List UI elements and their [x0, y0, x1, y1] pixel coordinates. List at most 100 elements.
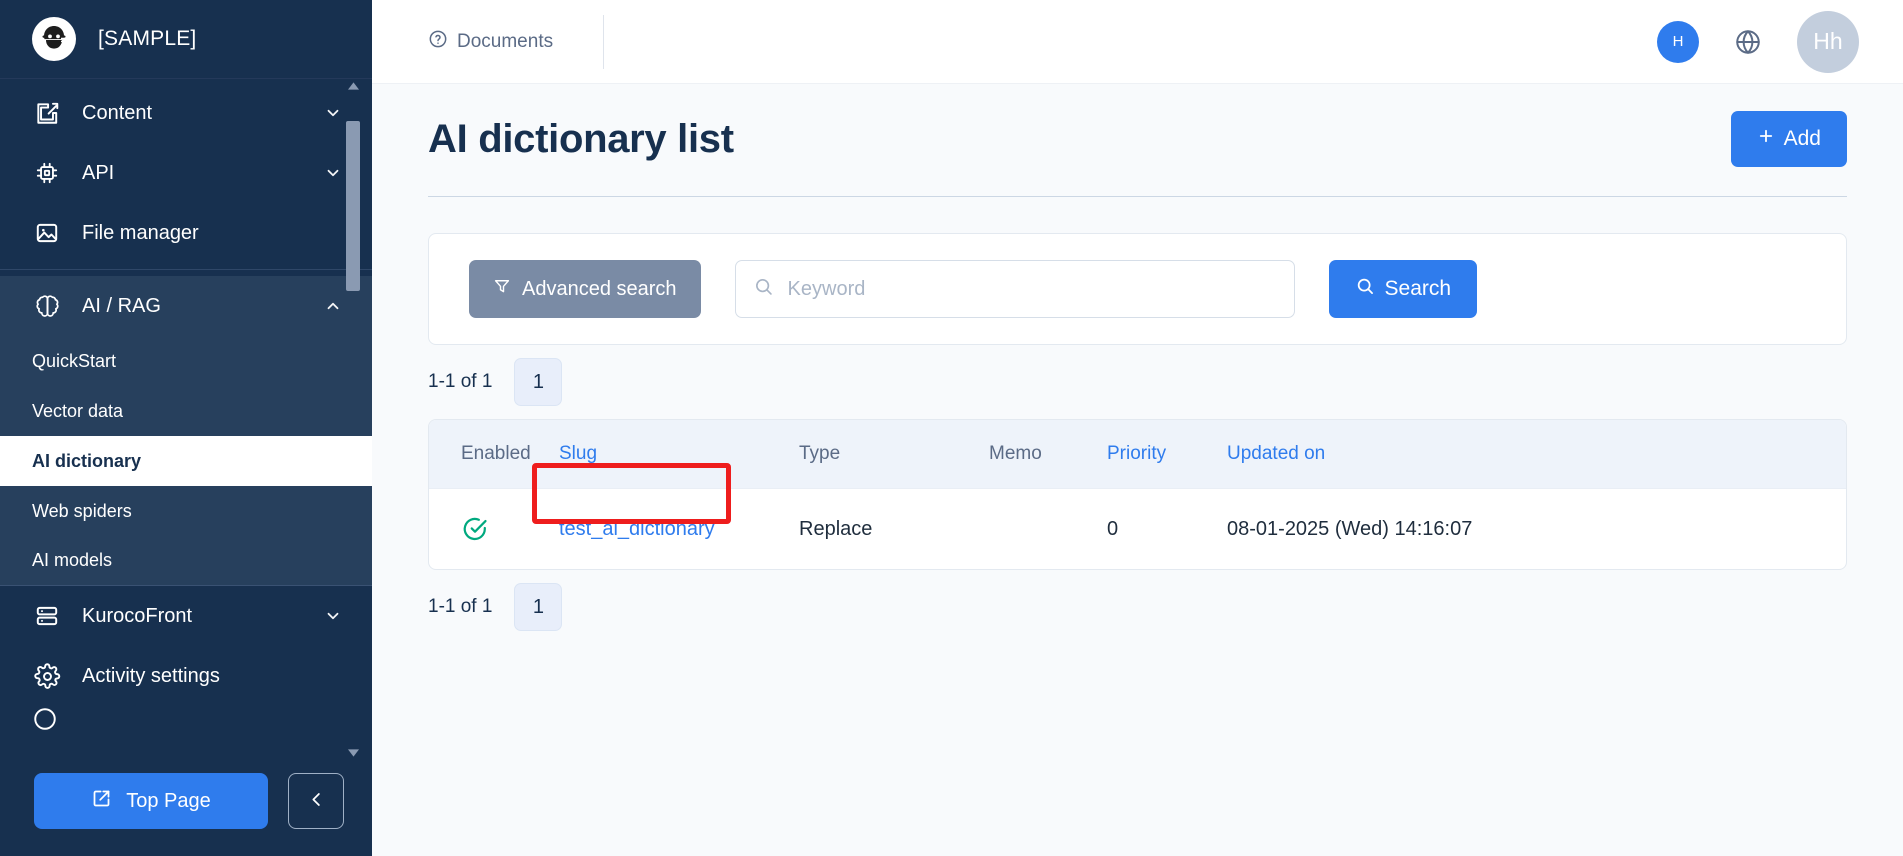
- documents-label: Documents: [457, 31, 553, 53]
- chevron-left-icon: [307, 790, 326, 812]
- sidebar-divider: [0, 269, 372, 270]
- topbar-separator: [603, 15, 604, 69]
- sidebar-subitem-label: AI dictionary: [32, 451, 141, 472]
- sidebar-item-label: KurocoFront: [82, 605, 324, 628]
- cell-slug: test_ai_dictionary: [559, 489, 799, 570]
- top-page-button[interactable]: Top Page: [34, 773, 268, 829]
- cell-enabled: [429, 489, 559, 570]
- app-root: [SAMPLE] Content: [0, 0, 1903, 856]
- search-input[interactable]: [735, 260, 1295, 318]
- chevron-down-icon[interactable]: [324, 104, 342, 122]
- external-link-icon: [91, 788, 112, 815]
- check-circle-icon: [461, 515, 559, 543]
- column-header-updated-on[interactable]: Updated on: [1227, 420, 1846, 489]
- circle-icon: [32, 706, 58, 732]
- sidebar-item-api[interactable]: API: [0, 143, 372, 203]
- plus-icon: [1757, 127, 1775, 151]
- pagination-top: 1-1 of 1 1: [428, 345, 1847, 419]
- avatar[interactable]: Hh: [1797, 11, 1859, 73]
- globe-icon[interactable]: [1731, 25, 1765, 59]
- add-button-label: Add: [1784, 127, 1821, 151]
- page-header: AI dictionary list Add: [428, 84, 1847, 194]
- sidebar-scroll-region: Content API: [0, 78, 372, 760]
- sidebar-item-label: API: [82, 162, 324, 185]
- brand[interactable]: [SAMPLE]: [0, 0, 372, 78]
- sidebar-item-vector-data[interactable]: Vector data: [0, 386, 372, 436]
- add-button[interactable]: Add: [1731, 111, 1847, 167]
- page-number-button[interactable]: 1: [514, 358, 562, 406]
- cell-priority: 0: [1107, 489, 1227, 570]
- keyword-field-wrapper: [735, 260, 1295, 318]
- column-header-slug[interactable]: Slug: [559, 420, 799, 489]
- sidebar-footer: Top Page: [0, 760, 372, 856]
- sidebar-item-partial[interactable]: [0, 706, 372, 746]
- search-button-label: Search: [1385, 277, 1452, 301]
- question-circle-icon: [428, 29, 448, 55]
- filter-icon: [493, 277, 511, 301]
- page-title: AI dictionary list: [428, 117, 734, 162]
- pagination-info: 1-1 of 1: [428, 596, 492, 618]
- sidebar-nav-list: Content API: [0, 79, 372, 746]
- sidebar-item-content[interactable]: Content: [0, 83, 372, 143]
- chip-icon: [32, 158, 62, 188]
- sidebar-group-label: AI / RAG: [82, 295, 324, 318]
- brand-name: [SAMPLE]: [98, 27, 196, 51]
- column-header-enabled: Enabled: [429, 420, 559, 489]
- top-page-label: Top Page: [126, 790, 211, 813]
- pagination-bottom: 1-1 of 1 1: [428, 570, 1847, 644]
- notification-badge-label: H: [1673, 33, 1684, 50]
- sidebar-subitem-label: Vector data: [32, 401, 123, 422]
- chevron-down-icon[interactable]: [324, 164, 342, 182]
- table-row[interactable]: test_ai_dictionary Replace 0 08-01-2025 …: [429, 489, 1846, 570]
- chevron-up-icon[interactable]: [324, 297, 342, 315]
- documents-link[interactable]: Documents: [428, 29, 553, 55]
- sidebar-item-ai-models[interactable]: AI models: [0, 536, 372, 586]
- advanced-search-label: Advanced search: [522, 278, 677, 301]
- image-icon: [32, 218, 62, 248]
- scroll-down-arrow-icon[interactable]: [347, 748, 359, 758]
- cell-type: Replace: [799, 489, 989, 570]
- edit-square-icon: [32, 98, 62, 128]
- sidebar-item-file-manager[interactable]: File manager: [0, 203, 372, 263]
- sidebar-item-kurocofront[interactable]: KurocoFront: [0, 586, 372, 646]
- slug-link[interactable]: test_ai_dictionary: [559, 518, 715, 540]
- search-panel: Advanced search Search: [428, 233, 1847, 345]
- column-header-memo: Memo: [989, 420, 1107, 489]
- sidebar-item-activity-settings[interactable]: Activity settings: [0, 646, 372, 706]
- cell-memo: [989, 489, 1107, 570]
- brain-icon: [32, 291, 62, 321]
- sidebar-subitem-label: QuickStart: [32, 351, 116, 372]
- column-header-priority[interactable]: Priority: [1107, 420, 1227, 489]
- main-area: Documents H Hh: [372, 0, 1903, 856]
- page-number-button[interactable]: 1: [514, 583, 562, 631]
- table-body: test_ai_dictionary Replace 0 08-01-2025 …: [429, 489, 1846, 570]
- page-content: AI dictionary list Add Advanced search: [372, 84, 1903, 644]
- search-button[interactable]: Search: [1329, 260, 1478, 318]
- server-icon: [32, 601, 62, 631]
- pagination-info: 1-1 of 1: [428, 371, 492, 393]
- cell-updated-on: 08-01-2025 (Wed) 14:16:07: [1227, 489, 1846, 570]
- sidebar-item-ai-dictionary[interactable]: AI dictionary: [0, 436, 372, 486]
- search-icon: [1355, 276, 1375, 302]
- sidebar-group-header-ai-rag[interactable]: AI / RAG: [0, 276, 372, 336]
- advanced-search-button[interactable]: Advanced search: [469, 260, 701, 318]
- sidebar-item-web-spiders[interactable]: Web spiders: [0, 486, 372, 536]
- table-header: Enabled Slug Type Memo Priority Updated …: [429, 420, 1846, 489]
- topbar-actions: H Hh: [1657, 11, 1859, 73]
- sidebar-item-label: File manager: [82, 222, 342, 245]
- sidebar: [SAMPLE] Content: [0, 0, 372, 856]
- sidebar-group-ai-rag: AI / RAG QuickStart Vector data AI dicti…: [0, 276, 372, 586]
- table: Enabled Slug Type Memo Priority Updated …: [429, 420, 1846, 569]
- dictionary-table: Enabled Slug Type Memo Priority Updated …: [428, 419, 1847, 570]
- collapse-sidebar-button[interactable]: [288, 773, 344, 829]
- avatar-initials: Hh: [1813, 28, 1842, 55]
- sidebar-item-quickstart[interactable]: QuickStart: [0, 336, 372, 386]
- topbar: Documents H Hh: [372, 0, 1903, 84]
- sidebar-item-label: Content: [82, 102, 324, 125]
- notification-badge[interactable]: H: [1657, 21, 1699, 63]
- chevron-down-icon[interactable]: [324, 607, 342, 625]
- sidebar-subitem-label: Web spiders: [32, 501, 132, 522]
- sidebar-subitem-label: AI models: [32, 550, 112, 571]
- column-header-type: Type: [799, 420, 989, 489]
- table-header-row: Enabled Slug Type Memo Priority Updated …: [429, 420, 1846, 489]
